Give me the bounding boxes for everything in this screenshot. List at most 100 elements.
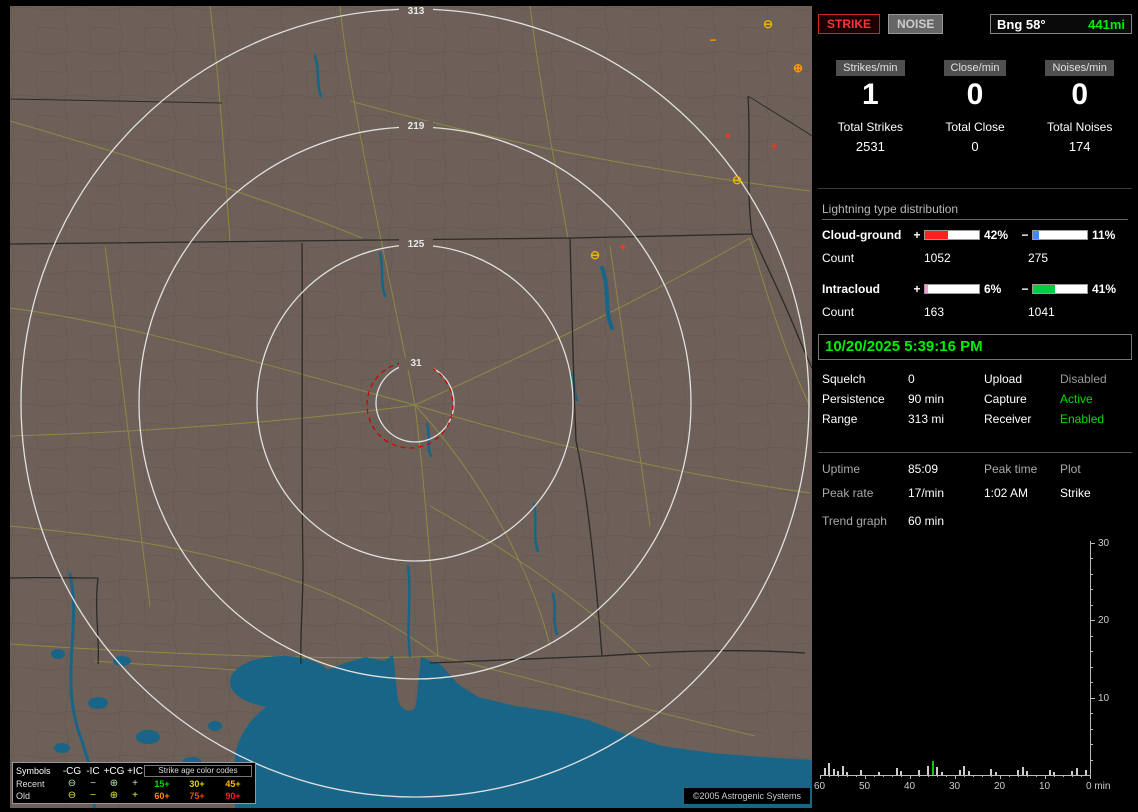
ic-negative-count: 1041 xyxy=(1028,305,1055,319)
trend-bar xyxy=(1026,771,1028,775)
minus-sign: − xyxy=(1021,282,1029,296)
total-strikes-label: Total Strikes xyxy=(837,120,904,134)
axis-tick xyxy=(820,775,821,779)
axis-tick xyxy=(1000,775,1001,779)
trend-bar xyxy=(990,768,992,775)
trend-bar xyxy=(832,768,835,775)
total-close-value: 0 xyxy=(971,139,979,154)
trend-bar xyxy=(841,766,844,775)
age-code: 75+ xyxy=(189,790,205,801)
count-label: Count xyxy=(822,251,855,265)
cg-minus-icon: ⊖ xyxy=(67,790,77,801)
axis-tick xyxy=(1091,635,1093,637)
intracloud-label: Intracloud xyxy=(822,282,881,296)
squelch-label: Squelch xyxy=(822,372,866,386)
datetime-display: 10/20/2025 5:39:16 PM xyxy=(818,334,1132,360)
axis-tick xyxy=(883,775,884,777)
axis-tick xyxy=(1063,775,1064,777)
axis-tick xyxy=(982,775,983,777)
divider xyxy=(818,188,1132,189)
strike-pic-marker-icon: + xyxy=(724,129,732,143)
total-noises-label: Total Noises xyxy=(1046,120,1113,134)
range-value: 313 mi xyxy=(908,412,945,426)
axis-tick xyxy=(1091,744,1093,746)
strike-mode-button[interactable]: STRIKE xyxy=(818,14,881,34)
trend-chart: 60 50 40 30 20 10 0 min 30 20 10 xyxy=(814,538,1132,810)
trend-bar xyxy=(846,771,848,775)
axis-tick xyxy=(1091,543,1095,544)
uptime-value: 85:09 xyxy=(908,462,939,476)
intracloud-row: Intracloud + 6% − 41% xyxy=(822,278,1130,300)
persistence-value: 90 min xyxy=(908,392,945,406)
app-window: 313 219 125 31 ⊖ − ⊕ + + ⊖ + ⊖ Symbols -… xyxy=(0,0,1138,812)
receiver-status: Enabled xyxy=(1060,412,1105,426)
ic-plus-icon: + xyxy=(132,790,138,801)
trend-bar xyxy=(994,771,997,775)
map-legend: Symbols -CG -IC +CG +IC Strike age color… xyxy=(12,762,256,804)
trend-bar xyxy=(1048,769,1051,775)
mode-toolbar: STRIKE NOISE Bng 58° 441mi xyxy=(818,14,1132,34)
close-per-min-column: Close/min 0 Total Close 0 xyxy=(923,60,1028,154)
legend-col-pcg: +CG xyxy=(103,765,125,777)
settings-row: Range 313 mi Receiver Enabled xyxy=(822,412,1130,432)
noises-per-min-column: Noises/min 0 Total Noises 174 xyxy=(1027,60,1132,154)
cg-minus-icon: ⊖ xyxy=(67,778,77,789)
trend-bar xyxy=(1017,770,1019,775)
squelch-value: 0 xyxy=(908,372,915,386)
axis-tick xyxy=(991,775,992,777)
trend-bar xyxy=(1075,768,1078,775)
trend-graph-row: Trend graph 60 min xyxy=(822,514,1130,530)
legend-col-nic: -IC xyxy=(86,765,100,777)
capture-status: Active xyxy=(1060,392,1093,406)
ic-minus-icon: − xyxy=(90,790,96,801)
capture-label: Capture xyxy=(984,392,1027,406)
plus-sign: + xyxy=(913,282,921,296)
axis-tick xyxy=(1091,620,1095,622)
count-label: Count xyxy=(822,305,855,319)
axis-tick xyxy=(1091,604,1093,606)
axis-tick xyxy=(1091,651,1093,653)
noises-per-min-label: Noises/min xyxy=(1045,60,1114,76)
trend-bar xyxy=(918,769,920,775)
cg-negative-pct: 11% xyxy=(1092,228,1116,242)
ic-positive-count: 163 xyxy=(924,305,945,319)
age-code: 90+ xyxy=(225,790,241,801)
settings-grid: Squelch 0 Upload Disabled Persistence 90… xyxy=(822,372,1130,432)
trend-bar xyxy=(1053,771,1055,775)
trend-bar xyxy=(877,771,880,775)
axis-tick xyxy=(1091,713,1093,715)
age-code: 60+ xyxy=(154,790,170,801)
bearing-readout: Bng 58° 441mi xyxy=(990,14,1132,34)
cg-negative-bar xyxy=(1032,230,1088,240)
axis-tick xyxy=(829,775,830,777)
axis-tick xyxy=(892,775,893,777)
cloud-ground-count-row: Count 1052 275 xyxy=(822,246,1130,270)
trend-bar xyxy=(958,770,961,775)
trend-bar xyxy=(859,770,862,775)
strikes-per-min-column: Strikes/min 1 Total Strikes 2531 xyxy=(818,60,923,154)
ic-negative-bar xyxy=(1032,284,1088,294)
axis-tick xyxy=(1045,775,1046,779)
total-close-label: Total Close xyxy=(945,120,1005,134)
cg-positive-count: 1052 xyxy=(924,251,951,265)
bearing-value: Bng 58° xyxy=(997,16,1046,32)
trend-bar xyxy=(900,771,902,775)
trend-bar xyxy=(940,771,943,775)
cg-plus-icon: ⊕ xyxy=(109,790,119,801)
trend-bar xyxy=(823,768,826,775)
peak-time-label: Peak time xyxy=(984,462,1038,476)
axis-tick xyxy=(964,775,965,777)
noise-cg-marker-icon: ⊖ xyxy=(589,248,601,262)
strike-pic-marker-icon: + xyxy=(619,240,627,254)
bearing-range-value: 441mi xyxy=(1088,16,1125,32)
noise-mode-button[interactable]: NOISE xyxy=(888,14,944,34)
status-row: Uptime 85:09 Peak time Plot xyxy=(822,462,1130,486)
lightning-map[interactable]: 313 219 125 31 ⊖ − ⊕ + + ⊖ + ⊖ Symbols -… xyxy=(10,6,812,808)
rate-counters: Strikes/min 1 Total Strikes 2531 Close/m… xyxy=(818,60,1132,154)
cg-negative-count: 275 xyxy=(1028,251,1049,265)
axis-tick xyxy=(928,775,929,777)
status-panel: STRIKE NOISE Bng 58° 441mi Strikes/min 1… xyxy=(814,0,1132,812)
strikes-per-min-value: 1 xyxy=(861,78,879,111)
axis-tick: 10 xyxy=(1039,781,1051,792)
axis-tick xyxy=(1091,573,1093,575)
